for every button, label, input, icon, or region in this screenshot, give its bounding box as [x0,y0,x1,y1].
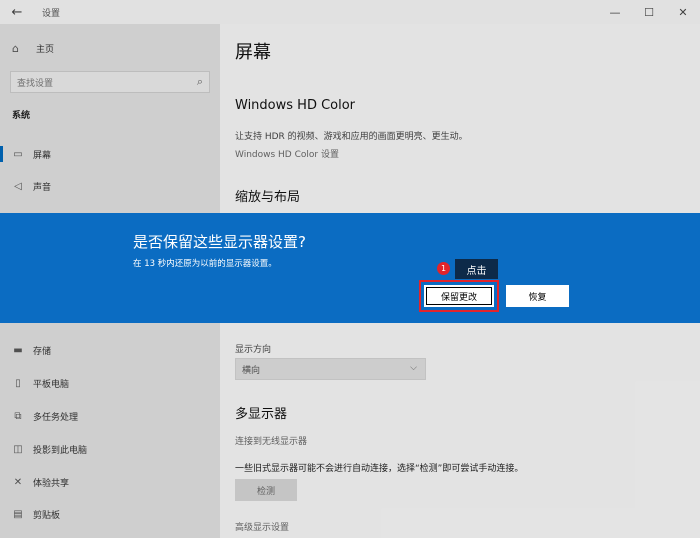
dialog-countdown: 在 13 秒内还原为以前的显示器设置。 [133,259,277,269]
keep-settings-dialog: 是否保留这些显示器设置? 在 13 秒内还原为以前的显示器设置。 点击 1 保留… [0,213,700,323]
keep-changes-button[interactable]: 保留更改 [424,285,494,307]
click-tooltip: 点击 [455,259,498,279]
step-badge: 1 [437,262,450,275]
revert-button[interactable]: 恢复 [506,285,569,307]
dialog-question: 是否保留这些显示器设置? [133,233,306,251]
